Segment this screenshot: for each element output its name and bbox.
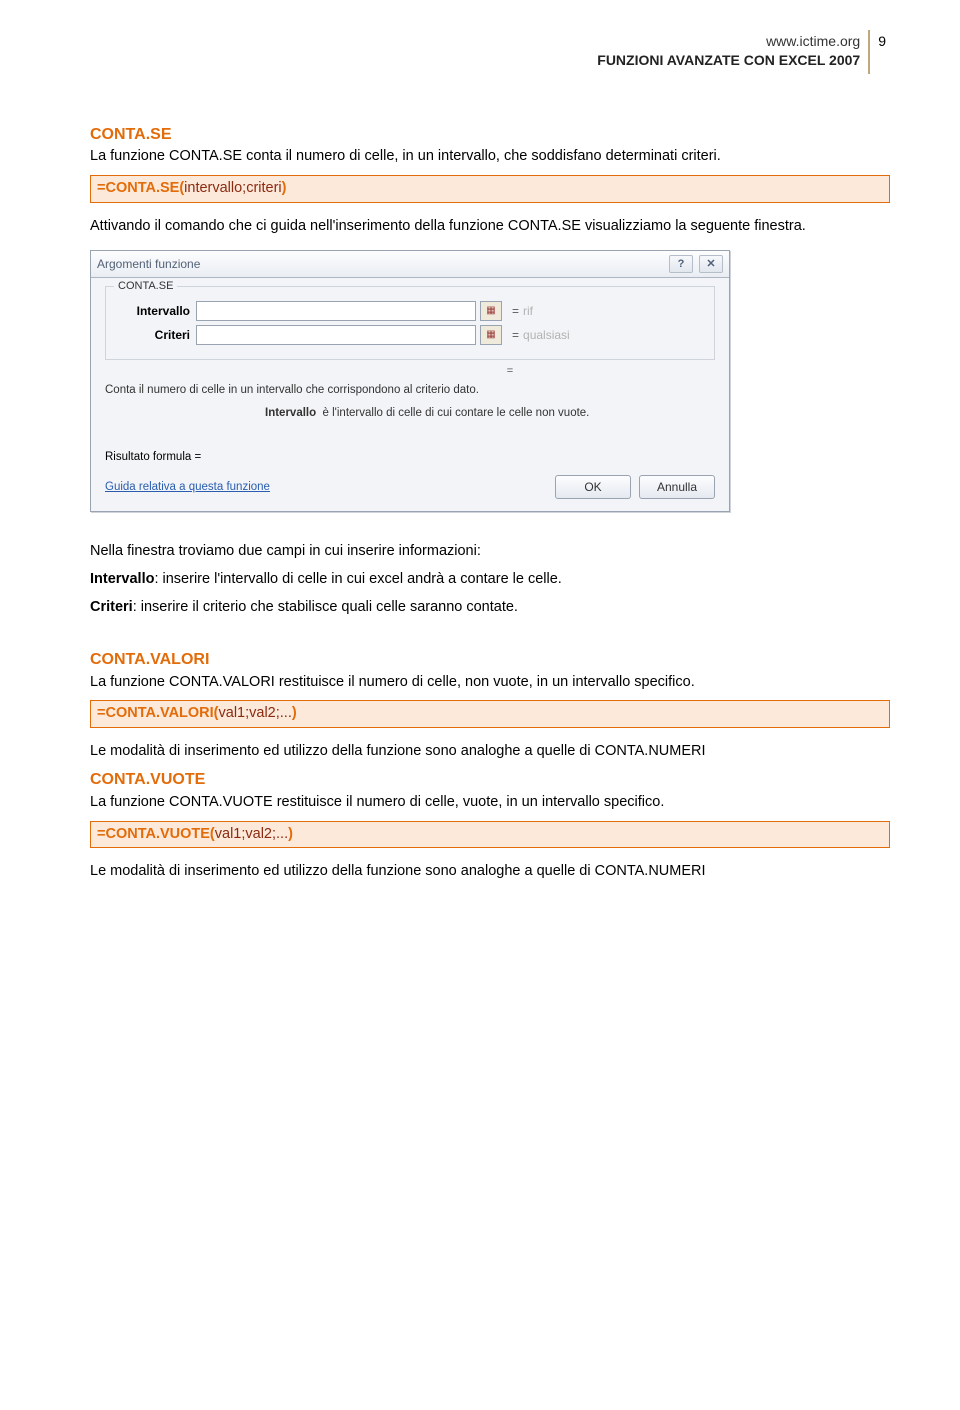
formula-prefix: =CONTA.SE( xyxy=(97,180,184,196)
hint-rif: rif xyxy=(523,303,533,319)
dialog-arg-description: Intervallo è l'intervallo di celle di cu… xyxy=(265,406,715,422)
heading-conta-vuote: CONTA.VUOTE xyxy=(90,769,890,791)
text-post-dialog-1: Nella finestra troviamo due campi in cui… xyxy=(90,542,890,562)
header-url: www.ictime.org xyxy=(597,32,860,51)
text-intro-conta-vuote: La funzione CONTA.VUOTE restituisce il n… xyxy=(90,793,890,813)
label-criteri-text: Criteri xyxy=(90,599,133,615)
arg-desc-text: è l'intervallo di celle di cui contare l… xyxy=(323,407,590,419)
formula-args: val1;val2;... xyxy=(215,826,288,842)
formula-conta-se: =CONTA.SE(intervallo;criteri) xyxy=(90,175,890,203)
result-label: Risultato formula = xyxy=(105,450,715,466)
header-title: FUNZIONI AVANZATE CON EXCEL 2007 xyxy=(597,51,860,70)
range-picker-icon[interactable]: ▦ xyxy=(480,325,502,345)
formula-suffix: ) xyxy=(292,705,297,721)
text-criteri-desc: : inserire il criterio che stabilisce qu… xyxy=(133,599,518,615)
formula-suffix: ) xyxy=(282,180,287,196)
arg-desc-label: Intervallo xyxy=(265,407,316,419)
ok-button[interactable]: OK xyxy=(555,475,631,499)
page-header: www.ictime.org FUNZIONI AVANZATE CON EXC… xyxy=(90,30,890,74)
label-criteri: Criteri xyxy=(118,327,196,343)
equals-sign: = xyxy=(512,303,519,319)
formula-prefix: =CONTA.VUOTE( xyxy=(97,826,215,842)
formula-prefix: =CONTA.VALORI( xyxy=(97,705,219,721)
equals-sign: = xyxy=(512,327,519,343)
input-intervallo[interactable] xyxy=(196,301,476,321)
help-icon[interactable]: ? xyxy=(669,255,693,273)
formula-conta-valori: =CONTA.VALORI(val1;val2;...) xyxy=(90,700,890,728)
dialog-argomenti-funzione: Argomenti funzione ? ✕ CONTA.SE Interval… xyxy=(90,250,730,512)
help-link[interactable]: Guida relativa a questa funzione xyxy=(105,480,270,496)
hint-qualsiasi: qualsiasi xyxy=(523,327,570,343)
dialog-fieldset: CONTA.SE Intervallo ▦ = rif Criteri ▦ = … xyxy=(105,286,715,360)
dialog-title: Argomenti funzione xyxy=(97,256,200,272)
formula-args: val1;val2;... xyxy=(219,705,292,721)
heading-conta-se: CONTA.SE xyxy=(90,124,890,146)
text-post-dialog-2: Intervallo: inserire l'intervallo di cel… xyxy=(90,570,890,590)
fieldset-legend: CONTA.SE xyxy=(114,279,177,294)
label-intervallo: Intervallo xyxy=(118,303,196,319)
text-intro-conta-valori: La funzione CONTA.VALORI restituisce il … xyxy=(90,673,890,693)
dialog-titlebar: Argomenti funzione ? ✕ xyxy=(91,251,729,278)
page-number: 9 xyxy=(870,30,890,74)
text-intervallo-desc: : inserire l'intervallo di celle in cui … xyxy=(154,571,561,587)
range-picker-icon[interactable]: ▦ xyxy=(480,301,502,321)
input-criteri[interactable] xyxy=(196,325,476,345)
text-after-conta-vuote: Le modalità di inserimento ed utilizzo d… xyxy=(90,862,890,882)
dialog-description: Conta il numero di celle in un intervall… xyxy=(105,383,715,399)
formula-suffix: ) xyxy=(288,826,293,842)
text-after-conta-valori: Le modalità di inserimento ed utilizzo d… xyxy=(90,742,890,762)
formula-args: intervallo;criteri xyxy=(184,180,282,196)
cancel-button[interactable]: Annulla xyxy=(639,475,715,499)
text-intro-conta-se: La funzione CONTA.SE conta il numero di … xyxy=(90,147,890,167)
text-after-formula: Attivando il comando che ci guida nell'i… xyxy=(90,217,890,237)
text-post-dialog-3: Criteri: inserire il criterio che stabil… xyxy=(90,598,890,618)
label-intervallo-text: Intervallo xyxy=(90,571,154,587)
result-equals: = xyxy=(305,364,715,379)
heading-conta-valori: CONTA.VALORI xyxy=(90,649,890,671)
formula-conta-vuote: =CONTA.VUOTE(val1;val2;...) xyxy=(90,821,890,849)
close-icon[interactable]: ✕ xyxy=(699,255,723,273)
